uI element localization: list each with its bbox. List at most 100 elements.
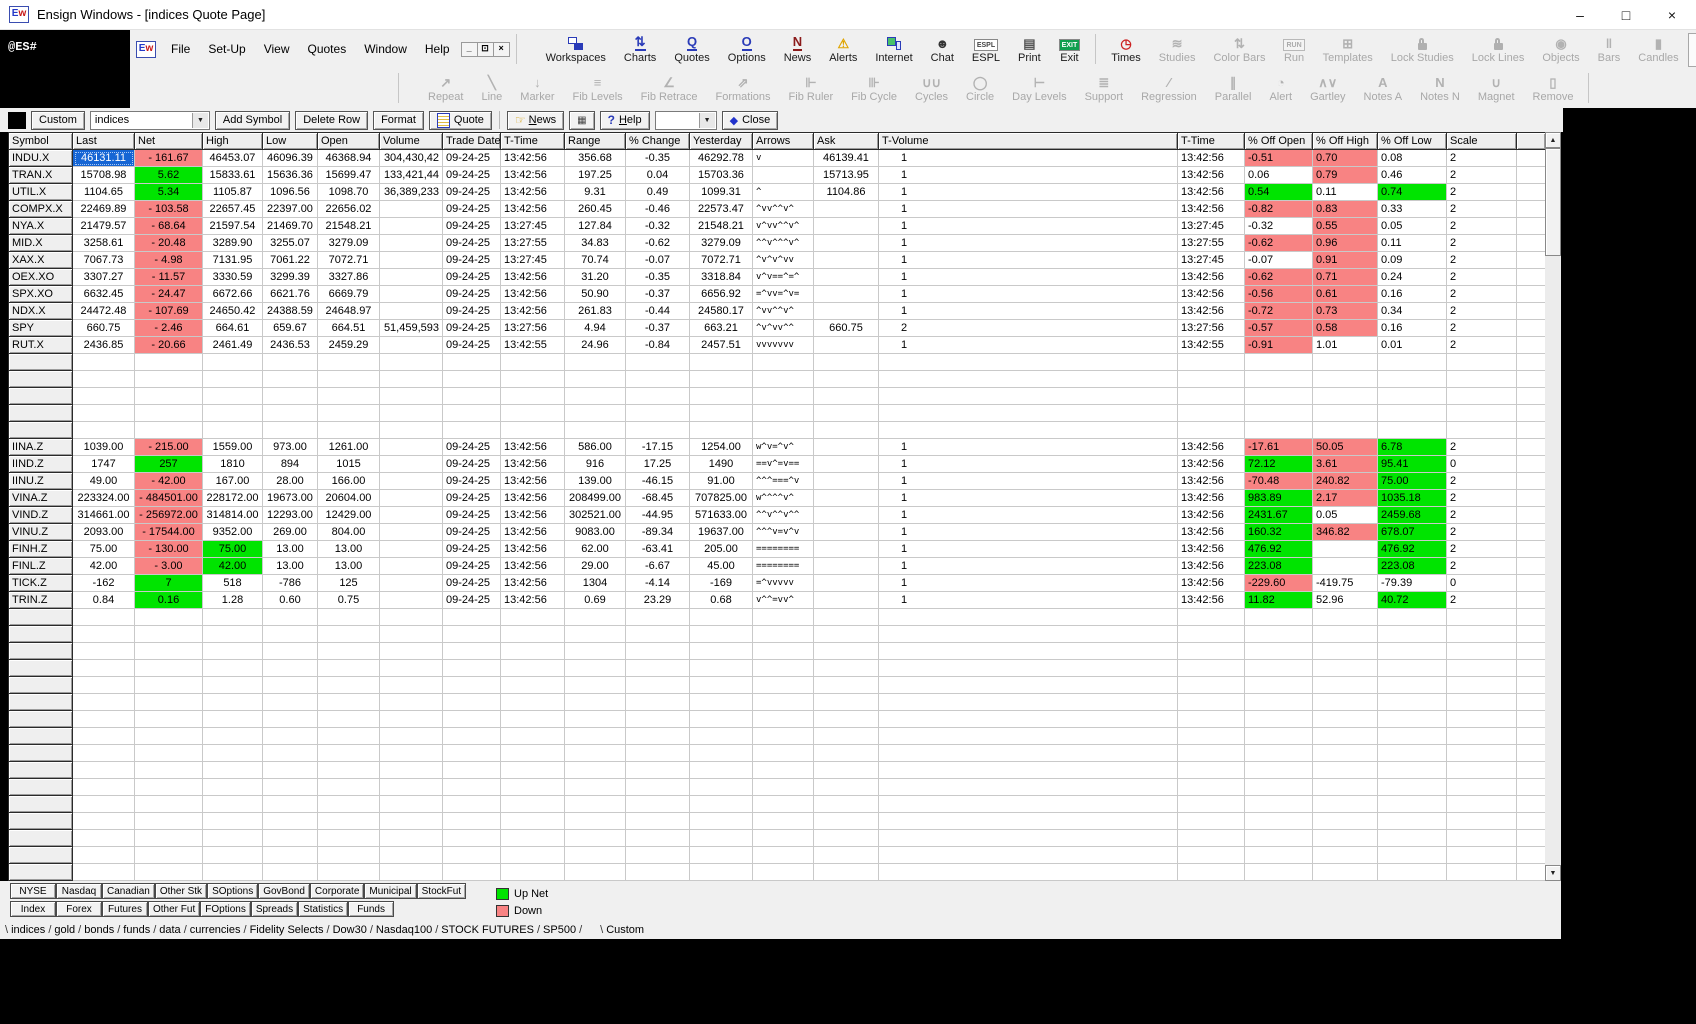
last-cell[interactable]: 314661.00 (73, 507, 135, 524)
high-cell[interactable] (203, 626, 263, 643)
scale-cell[interactable]: 2 (1447, 286, 1517, 303)
volume-cell[interactable]: 36,389,233 (380, 184, 443, 201)
yesterday-cell[interactable]: 21548.21 (690, 218, 753, 235)
off_high-cell[interactable] (1313, 558, 1378, 575)
off_low-cell[interactable]: 0.16 (1378, 286, 1447, 303)
volume-cell[interactable] (380, 762, 443, 779)
ask-cell[interactable] (814, 456, 879, 473)
sheet-tab-stock-futures[interactable]: STOCK FUTURES (439, 924, 536, 936)
t_volume-cell[interactable] (879, 864, 1178, 881)
times-button[interactable]: ◷Times (1102, 33, 1150, 67)
pct_change-cell[interactable]: -0.84 (626, 337, 690, 354)
off_high-cell[interactable] (1313, 422, 1378, 439)
trade_date-cell[interactable]: 09-24-25 (443, 252, 501, 269)
net-cell[interactable] (135, 388, 203, 405)
high-cell[interactable] (203, 388, 263, 405)
options-button[interactable]: OOptions (719, 33, 775, 67)
low-cell[interactable] (263, 422, 318, 439)
t_volume-cell[interactable]: 1 (879, 473, 1178, 490)
range-cell[interactable]: 586.00 (565, 439, 626, 456)
open-cell[interactable] (318, 388, 380, 405)
volume-cell[interactable] (380, 813, 443, 830)
t_volume-cell[interactable] (879, 405, 1178, 422)
symbol-cell[interactable]: TRAN.X (8, 167, 73, 184)
ask-cell[interactable] (814, 507, 879, 524)
arrows-cell[interactable]: v^^=vv^ (753, 592, 814, 609)
scale-cell[interactable] (1447, 354, 1517, 371)
net-cell[interactable]: 7 (135, 575, 203, 592)
scale-cell[interactable]: 2 (1447, 218, 1517, 235)
yesterday-cell[interactable] (690, 609, 753, 626)
t_volume-cell[interactable]: 1 (879, 337, 1178, 354)
ask-cell[interactable] (814, 422, 879, 439)
sheet-tab-funds[interactable]: funds (121, 924, 152, 936)
trade_date-cell[interactable]: 09-24-25 (443, 575, 501, 592)
format-button[interactable]: Format (373, 111, 424, 130)
t_time-cell[interactable] (501, 371, 565, 388)
range-cell[interactable] (565, 762, 626, 779)
low-cell[interactable] (263, 626, 318, 643)
arrows-cell[interactable]: ^v^vv^^ (753, 320, 814, 337)
t_time-cell[interactable] (501, 830, 565, 847)
yesterday-cell[interactable]: 571633.00 (690, 507, 753, 524)
arrows-cell[interactable] (753, 711, 814, 728)
off_high-cell[interactable]: 0.71 (1313, 269, 1378, 286)
t_time2-cell[interactable]: 13:27:55 (1178, 235, 1245, 252)
t_time-cell[interactable]: 13:27:56 (501, 320, 565, 337)
range-cell[interactable]: 70.74 (565, 252, 626, 269)
high-cell[interactable]: 3289.90 (203, 235, 263, 252)
t_time-cell[interactable]: 13:42:56 (501, 473, 565, 490)
off_low-cell[interactable]: 0.34 (1378, 303, 1447, 320)
low-cell[interactable]: 21469.70 (263, 218, 318, 235)
low-cell[interactable]: 269.00 (263, 524, 318, 541)
range-cell[interactable]: 50.90 (565, 286, 626, 303)
open-cell[interactable] (318, 711, 380, 728)
arrows-cell[interactable] (753, 677, 814, 694)
menu-item-file[interactable]: File (162, 39, 199, 59)
high-cell[interactable] (203, 796, 263, 813)
symbol-cell[interactable]: MID.X (8, 235, 73, 252)
low-cell[interactable]: 894 (263, 456, 318, 473)
pct_change-cell[interactable] (626, 660, 690, 677)
pct_change-cell[interactable] (626, 643, 690, 660)
high-cell[interactable] (203, 677, 263, 694)
last-cell[interactable]: 22469.89 (73, 201, 135, 218)
last-cell[interactable] (73, 847, 135, 864)
off_low-cell[interactable] (1378, 762, 1447, 779)
off_low-cell[interactable]: 223.08 (1378, 558, 1447, 575)
scale-cell[interactable]: 2 (1447, 337, 1517, 354)
off_low-cell[interactable] (1378, 609, 1447, 626)
t_time-cell[interactable]: 13:42:56 (501, 286, 565, 303)
ask-cell[interactable] (814, 694, 879, 711)
pct_change-cell[interactable] (626, 388, 690, 405)
off_open-cell[interactable] (1245, 405, 1313, 422)
t_volume-cell[interactable]: 1 (879, 269, 1178, 286)
yesterday-cell[interactable]: 91.00 (690, 473, 753, 490)
arrows-cell[interactable] (753, 779, 814, 796)
pct_change-cell[interactable] (626, 711, 690, 728)
market-tab-corporate[interactable]: Corporate (310, 883, 364, 899)
range-cell[interactable]: 0.69 (565, 592, 626, 609)
range-cell[interactable] (565, 405, 626, 422)
scale-cell[interactable]: 2 (1447, 235, 1517, 252)
trade_date-cell[interactable]: 09-24-25 (443, 439, 501, 456)
open-cell[interactable] (318, 745, 380, 762)
t_time-cell[interactable] (501, 745, 565, 762)
t_time-cell[interactable] (501, 711, 565, 728)
arrows-cell[interactable]: ^^v^^^v^ (753, 235, 814, 252)
arrows-cell[interactable]: v^vv^^v^ (753, 218, 814, 235)
trade_date-cell[interactable]: 09-24-25 (443, 456, 501, 473)
low-cell[interactable] (263, 354, 318, 371)
off_open-cell[interactable] (1245, 609, 1313, 626)
trade_date-cell[interactable]: 09-24-25 (443, 558, 501, 575)
news-button[interactable]: ☞ News (507, 111, 564, 130)
scale-cell[interactable] (1447, 694, 1517, 711)
net-cell[interactable] (135, 847, 203, 864)
high-cell[interactable]: 6672.66 (203, 286, 263, 303)
open-cell[interactable] (318, 609, 380, 626)
ask-cell[interactable] (814, 201, 879, 218)
symbol-cell[interactable]: IIND.Z (8, 456, 73, 473)
off_open-cell[interactable] (1245, 813, 1313, 830)
chevron-down-icon[interactable]: ▼ (192, 113, 208, 128)
scale-cell[interactable]: 2 (1447, 558, 1517, 575)
